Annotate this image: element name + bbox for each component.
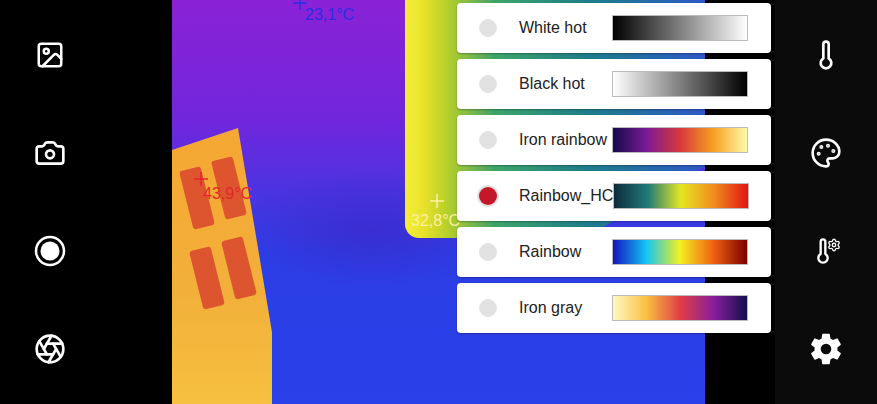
- temperature-marker: 43,9°C: [203, 185, 252, 203]
- gallery-icon: [35, 40, 65, 70]
- palette-label: Iron rainbow: [519, 131, 607, 149]
- temperature-marker: 32,8°C: [411, 212, 460, 230]
- viewer-area: 23,1°C 43,9°C 32,8°C White hot Black hot Iron…: [100, 0, 775, 404]
- palette-swatch: [612, 239, 748, 265]
- palette-option[interactable]: Black hot: [457, 59, 771, 109]
- radio-button[interactable]: [479, 187, 497, 205]
- palette-label: Black hot: [519, 75, 585, 93]
- radio-button[interactable]: [479, 299, 497, 317]
- palette-label: White hot: [519, 19, 587, 37]
- palette-option[interactable]: White hot: [457, 3, 771, 53]
- temperature-marker: 23,1°C: [305, 6, 354, 24]
- temperature-settings-button[interactable]: [802, 227, 850, 275]
- palette-label: Rainbow: [519, 243, 581, 261]
- gallery-button[interactable]: [26, 31, 74, 79]
- radio-button[interactable]: [479, 131, 497, 149]
- left-toolbar: [0, 0, 100, 404]
- crosshair-icon: [194, 172, 208, 186]
- palette-option[interactable]: Rainbow_HC: [457, 171, 771, 221]
- palette-swatch: [612, 71, 748, 97]
- radio-button[interactable]: [479, 243, 497, 261]
- palette-icon: [810, 137, 842, 169]
- palette-menu: White hot Black hot Iron rainbow Rainbow_HC…: [457, 3, 771, 333]
- record-icon: [34, 235, 66, 267]
- aperture-icon: [34, 333, 66, 365]
- settings-button[interactable]: [802, 325, 850, 373]
- radio-button[interactable]: [479, 75, 497, 93]
- palette-swatch: [612, 127, 748, 153]
- palette-swatch: [612, 15, 748, 41]
- temperature-button[interactable]: [802, 31, 850, 79]
- crosshair-icon: [430, 194, 444, 208]
- crosshair-icon: [293, 0, 307, 10]
- palette-button[interactable]: [802, 129, 850, 177]
- shutter-button[interactable]: [26, 325, 74, 373]
- thermometer-settings-icon: [809, 234, 843, 268]
- camera-icon: [34, 137, 66, 169]
- palette-swatch: [612, 295, 748, 321]
- hot-slot: [189, 246, 225, 310]
- right-toolbar: [775, 0, 877, 404]
- photo-button[interactable]: [26, 129, 74, 177]
- thermometer-icon: [810, 39, 842, 71]
- palette-option[interactable]: Rainbow: [457, 227, 771, 277]
- radio-button[interactable]: [479, 19, 497, 37]
- palette-label: Iron gray: [519, 299, 582, 317]
- palette-option[interactable]: Iron gray: [457, 283, 771, 333]
- hot-slot: [221, 236, 257, 300]
- thermal-camera-screen: 23,1°C 43,9°C 32,8°C White hot Black hot Iron…: [0, 0, 877, 404]
- gear-icon: [809, 332, 843, 366]
- palette-swatch: [613, 183, 749, 209]
- palette-option[interactable]: Iron rainbow: [457, 115, 771, 165]
- palette-label: Rainbow_HC: [519, 187, 613, 205]
- hot-object: [172, 128, 272, 404]
- record-button[interactable]: [26, 227, 74, 275]
